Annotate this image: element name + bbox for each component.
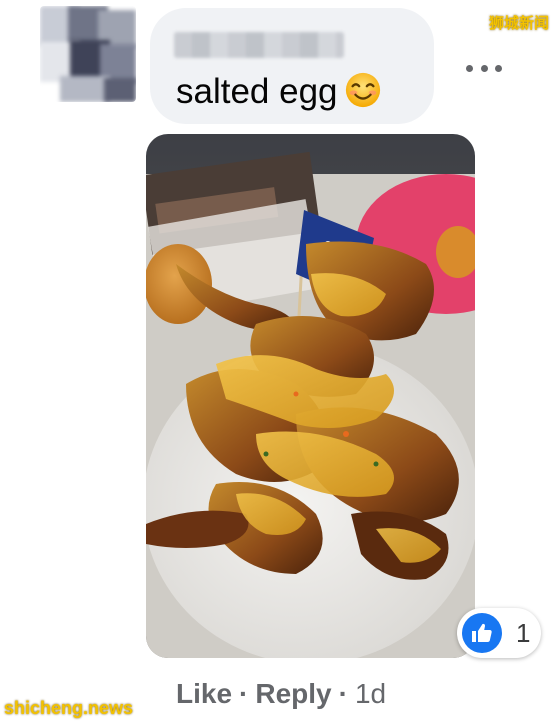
separator: · [338,678,348,709]
reaction-summary[interactable]: 1 [457,608,541,658]
thumbs-up-icon [472,623,492,642]
comment-photo[interactable] [146,134,475,658]
comment-body: salted egg [176,72,338,111]
more-options-icon[interactable] [466,58,502,78]
commenter-name-redacted[interactable] [174,32,344,58]
smiling-face-emoji-icon [345,72,380,108]
chicken-wings-photo [146,134,475,658]
reaction-count: 1 [516,617,531,648]
like-button[interactable]: Like [176,678,232,710]
comment-bubble: salted egg [150,8,434,124]
comment-actions: Like · Reply · 1d [176,676,386,712]
separator: · [239,678,249,709]
timestamp[interactable]: 1d [355,678,386,710]
watermark-top: 狮城新闻 [488,15,549,32]
avatar[interactable] [40,6,136,102]
watermark-bottom: shicheng.news [4,698,134,718]
like-reaction-icon [462,613,502,653]
comment-text: salted egg [176,70,382,114]
reply-button[interactable]: Reply [255,678,331,710]
